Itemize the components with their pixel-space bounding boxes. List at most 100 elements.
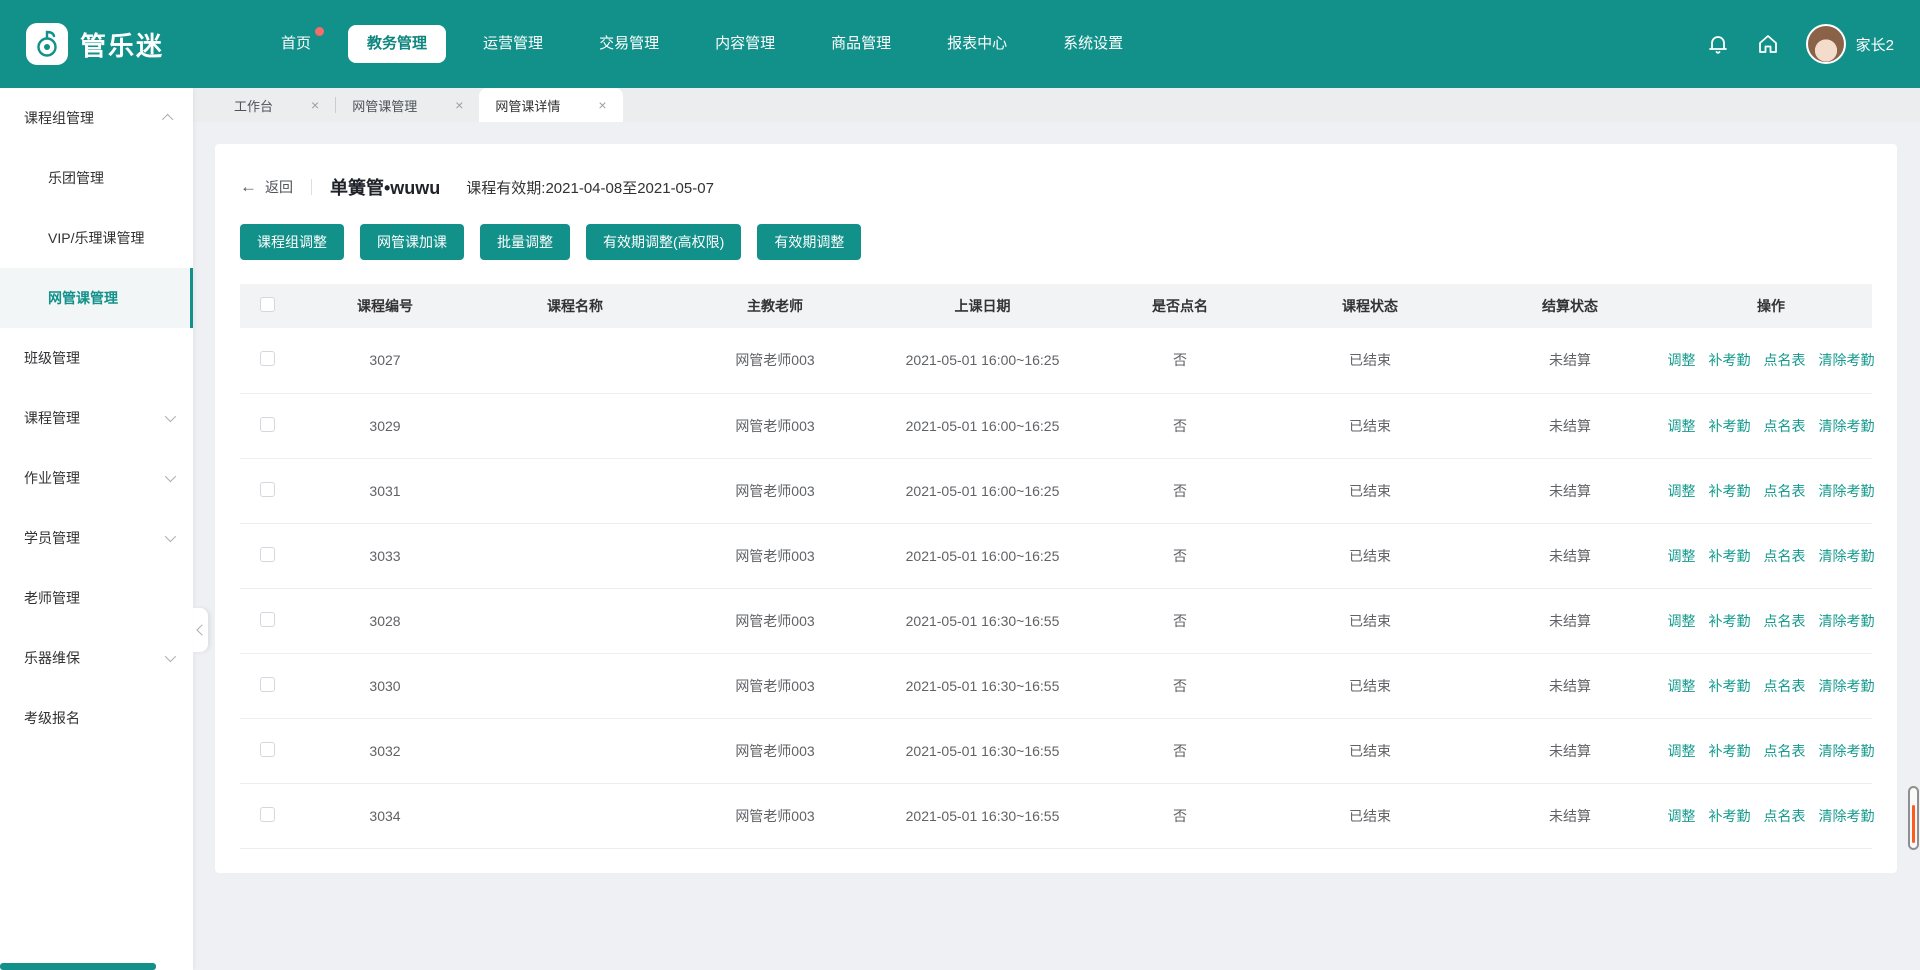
cell-settlement: 未结算 bbox=[1470, 783, 1670, 848]
action-link[interactable]: 补考勤 bbox=[1709, 611, 1751, 631]
nav-item[interactable]: 系统设置 bbox=[1044, 25, 1142, 63]
sidebar-item[interactable]: 课程组管理 bbox=[0, 88, 193, 148]
sidebar-item[interactable]: 乐器维保 bbox=[0, 628, 193, 688]
action-link[interactable]: 补考勤 bbox=[1709, 806, 1751, 826]
action-link[interactable]: 点名表 bbox=[1764, 676, 1806, 696]
action-link[interactable]: 调整 bbox=[1668, 481, 1696, 501]
tab[interactable]: 工作台× bbox=[218, 88, 335, 122]
tab[interactable]: 网管课管理× bbox=[336, 88, 479, 122]
action-link[interactable]: 点名表 bbox=[1764, 481, 1806, 501]
row-checkbox[interactable] bbox=[260, 482, 275, 497]
action-link[interactable]: 清除考勤 bbox=[1819, 611, 1875, 631]
row-actions: 调整补考勤点名表清除考勤 bbox=[1670, 546, 1872, 566]
tab-close-icon[interactable]: × bbox=[598, 98, 606, 112]
column-header: 上课日期 bbox=[875, 284, 1090, 328]
nav-item[interactable]: 运营管理 bbox=[464, 25, 562, 63]
action-link[interactable]: 补考勤 bbox=[1709, 350, 1751, 370]
action-link[interactable]: 清除考勤 bbox=[1819, 806, 1875, 826]
action-link[interactable]: 调整 bbox=[1668, 350, 1696, 370]
sidebar-item[interactable]: 作业管理 bbox=[0, 448, 193, 508]
sidebar-subitem[interactable]: 乐团管理 bbox=[0, 148, 193, 208]
action-link[interactable]: 调整 bbox=[1668, 676, 1696, 696]
sidebar-item[interactable]: 老师管理 bbox=[0, 568, 193, 628]
toolbar-button[interactable]: 有效期调整(高权限) bbox=[586, 224, 741, 260]
user-name: 家长2 bbox=[1856, 34, 1894, 55]
toolbar-button[interactable]: 批量调整 bbox=[480, 224, 570, 260]
nav-item[interactable]: 报表中心 bbox=[928, 25, 1026, 63]
action-link[interactable]: 点名表 bbox=[1764, 611, 1806, 631]
cell-teacher: 网管老师003 bbox=[675, 328, 875, 393]
nav-item[interactable]: 教务管理 bbox=[348, 25, 446, 63]
nav-item[interactable]: 内容管理 bbox=[696, 25, 794, 63]
row-checkbox[interactable] bbox=[260, 417, 275, 432]
sidebar-collapse-handle[interactable] bbox=[193, 608, 208, 652]
bell-icon[interactable] bbox=[1706, 32, 1730, 56]
action-link[interactable]: 调整 bbox=[1668, 741, 1696, 761]
action-link[interactable]: 点名表 bbox=[1764, 741, 1806, 761]
nav-item[interactable]: 交易管理 bbox=[580, 25, 678, 63]
tab-close-icon[interactable]: × bbox=[455, 98, 463, 112]
sidebar-item[interactable]: 课程管理 bbox=[0, 388, 193, 448]
nav-item[interactable]: 首页 bbox=[262, 25, 330, 63]
back-label: 返回 bbox=[265, 177, 293, 197]
row-checkbox[interactable] bbox=[260, 351, 275, 366]
action-link[interactable]: 清除考勤 bbox=[1819, 676, 1875, 696]
row-checkbox[interactable] bbox=[260, 807, 275, 822]
action-link[interactable]: 补考勤 bbox=[1709, 416, 1751, 436]
row-actions: 调整补考勤点名表清除考勤 bbox=[1670, 481, 1872, 501]
action-link[interactable]: 清除考勤 bbox=[1819, 350, 1875, 370]
action-link[interactable]: 调整 bbox=[1668, 546, 1696, 566]
sidebar-item[interactable]: 考级报名 bbox=[0, 688, 193, 748]
nav-item-label: 首页 bbox=[281, 35, 311, 52]
home-icon[interactable] bbox=[1756, 32, 1780, 56]
header-checkbox[interactable] bbox=[260, 297, 275, 312]
sidebar-subitem[interactable]: 网管课管理 bbox=[0, 268, 193, 328]
sidebar-item[interactable]: 班级管理 bbox=[0, 328, 193, 388]
row-checkbox[interactable] bbox=[260, 742, 275, 757]
action-link[interactable]: 清除考勤 bbox=[1819, 546, 1875, 566]
action-link[interactable]: 补考勤 bbox=[1709, 676, 1751, 696]
action-link[interactable]: 调整 bbox=[1668, 416, 1696, 436]
action-link[interactable]: 点名表 bbox=[1764, 806, 1806, 826]
action-link[interactable]: 补考勤 bbox=[1709, 481, 1751, 501]
toolbar-button[interactable]: 课程组调整 bbox=[240, 224, 344, 260]
action-link[interactable]: 补考勤 bbox=[1709, 546, 1751, 566]
tab-close-icon[interactable]: × bbox=[311, 98, 319, 112]
cell-settlement: 未结算 bbox=[1470, 328, 1670, 393]
sidebar-scrollbar[interactable] bbox=[0, 963, 156, 970]
app-logo[interactable]: 管乐迷 bbox=[26, 23, 164, 65]
page-scrollbar[interactable] bbox=[1908, 786, 1919, 850]
user-menu[interactable]: 家长2 bbox=[1806, 24, 1894, 64]
action-link[interactable]: 调整 bbox=[1668, 806, 1696, 826]
cell-teacher: 网管老师003 bbox=[675, 393, 875, 458]
tab[interactable]: 网管课详情× bbox=[479, 88, 622, 122]
row-checkbox[interactable] bbox=[260, 677, 275, 692]
row-checkbox[interactable] bbox=[260, 547, 275, 562]
action-link[interactable]: 点名表 bbox=[1764, 546, 1806, 566]
column-header: 结算状态 bbox=[1470, 284, 1670, 328]
nav-item[interactable]: 商品管理 bbox=[812, 25, 910, 63]
table-row: 3028网管老师0032021-05-01 16:30~16:55否已结束未结算… bbox=[240, 588, 1872, 653]
row-checkbox[interactable] bbox=[260, 612, 275, 627]
cell-rollcall: 否 bbox=[1090, 393, 1270, 458]
column-header: 课程状态 bbox=[1270, 284, 1470, 328]
action-link[interactable]: 清除考勤 bbox=[1819, 741, 1875, 761]
action-link[interactable]: 调整 bbox=[1668, 611, 1696, 631]
back-button[interactable]: ← 返回 bbox=[240, 177, 293, 197]
cell-status: 已结束 bbox=[1270, 458, 1470, 523]
sidebar-item-label: 老师管理 bbox=[24, 588, 80, 608]
action-link[interactable]: 点名表 bbox=[1764, 350, 1806, 370]
action-link[interactable]: 清除考勤 bbox=[1819, 416, 1875, 436]
sidebar-subitem[interactable]: VIP/乐理课管理 bbox=[0, 208, 193, 268]
action-link[interactable]: 清除考勤 bbox=[1819, 481, 1875, 501]
avatar bbox=[1806, 24, 1846, 64]
action-link[interactable]: 点名表 bbox=[1764, 416, 1806, 436]
cell-date: 2021-05-01 16:00~16:25 bbox=[875, 328, 1090, 393]
back-arrow-icon: ← bbox=[240, 177, 257, 197]
toolbar-button[interactable]: 网管课加课 bbox=[360, 224, 464, 260]
sidebar-item[interactable]: 学员管理 bbox=[0, 508, 193, 568]
scrollbar-thumb[interactable] bbox=[1912, 805, 1915, 843]
cell-status: 已结束 bbox=[1270, 328, 1470, 393]
action-link[interactable]: 补考勤 bbox=[1709, 741, 1751, 761]
toolbar-button[interactable]: 有效期调整 bbox=[757, 224, 861, 260]
